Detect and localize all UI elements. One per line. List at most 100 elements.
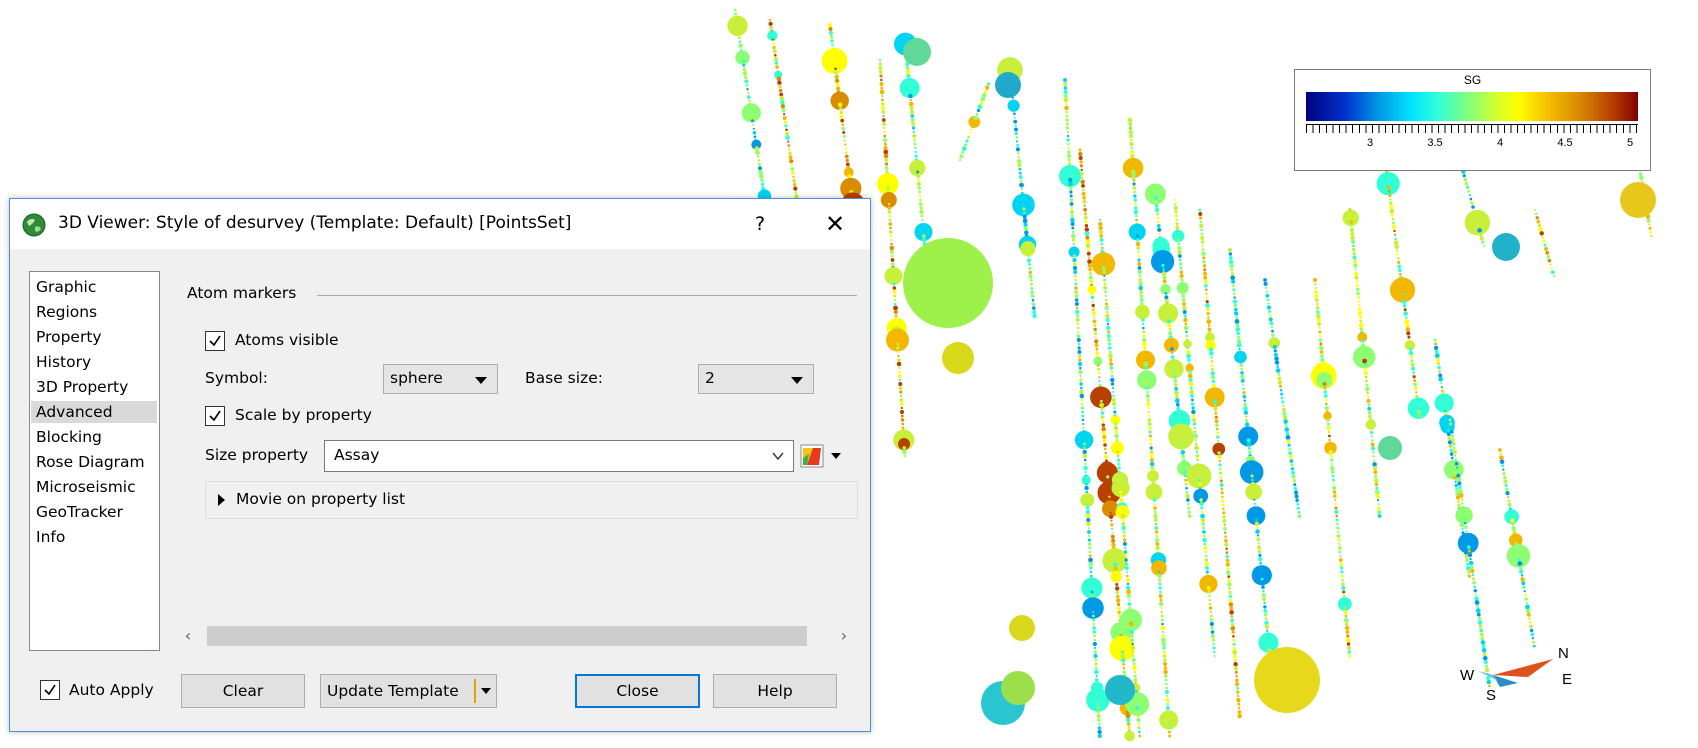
drillhole-sample bbox=[1402, 304, 1407, 308]
drillhole-sample bbox=[1227, 578, 1231, 583]
drillhole-sample bbox=[768, 18, 772, 22]
drillhole-sample bbox=[1399, 272, 1402, 276]
drillhole-sample bbox=[1156, 212, 1159, 216]
drillhole-sample bbox=[1545, 251, 1549, 255]
drillhole-sample bbox=[1188, 381, 1194, 387]
nav-item-rose-diagram[interactable]: Rose Diagram bbox=[36, 451, 145, 473]
base-size-select[interactable]: 2 bbox=[698, 364, 814, 394]
drillhole-sample bbox=[782, 116, 787, 120]
category-list[interactable]: Graphic Regions Property History 3D Prop… bbox=[29, 271, 160, 651]
scroll-left-icon[interactable]: ‹ bbox=[179, 627, 197, 645]
drillhole-sample bbox=[899, 390, 903, 394]
nav-item-info[interactable]: Info bbox=[36, 526, 65, 548]
drillhole-sample bbox=[793, 183, 797, 187]
drillhole-sample bbox=[878, 66, 883, 70]
scrollbar-thumb[interactable] bbox=[207, 626, 807, 646]
drillhole-sample bbox=[1149, 454, 1154, 458]
drillhole-sample bbox=[1160, 625, 1166, 631]
drillhole-sample bbox=[1222, 511, 1226, 515]
drillhole-sample bbox=[1152, 498, 1157, 502]
help-title-button[interactable]: ? bbox=[740, 207, 780, 241]
drillhole-sample bbox=[1463, 518, 1466, 521]
nav-item-regions[interactable]: Regions bbox=[36, 301, 97, 323]
atoms-visible-label[interactable]: Atoms visible bbox=[235, 331, 339, 349]
drillhole-sample bbox=[1232, 284, 1235, 288]
scale-by-property-checkbox[interactable] bbox=[205, 406, 225, 426]
drillhole-sample bbox=[1122, 534, 1126, 538]
drillhole-sample bbox=[1164, 295, 1169, 300]
drillhole-sample bbox=[1498, 448, 1502, 452]
drillhole-sample bbox=[1189, 386, 1193, 390]
drillhole-sample bbox=[1261, 593, 1266, 597]
nav-item-geotracker[interactable]: GeoTracker bbox=[36, 501, 123, 523]
nav-item-property[interactable]: Property bbox=[36, 326, 102, 348]
drillhole-sample bbox=[1100, 407, 1104, 411]
drillhole-sample bbox=[1206, 316, 1210, 320]
drillhole-sample bbox=[1164, 678, 1168, 682]
drillhole-sample bbox=[1117, 466, 1121, 470]
drillhole-sample bbox=[742, 63, 746, 67]
drillhole-sample bbox=[1081, 402, 1084, 406]
drillhole-sample bbox=[1174, 214, 1179, 218]
drillhole-sample bbox=[1389, 201, 1393, 206]
drillhole-sample bbox=[1315, 306, 1320, 310]
dropdown-arrow-icon bbox=[475, 377, 487, 384]
clear-button[interactable]: Clear bbox=[181, 674, 305, 708]
drillhole-sample bbox=[1201, 248, 1205, 252]
drillhole-sample bbox=[1467, 549, 1471, 553]
size-property-combobox[interactable]: Assay bbox=[324, 440, 794, 472]
drillhole-sample bbox=[1535, 216, 1539, 220]
update-template-button[interactable]: Update Template bbox=[320, 674, 497, 708]
nav-item-graphic[interactable]: Graphic bbox=[36, 276, 96, 298]
drillhole-sample bbox=[894, 314, 898, 318]
drillhole-sample bbox=[1348, 654, 1352, 658]
drillhole-sample bbox=[1144, 183, 1166, 205]
color-legend: SG 3 3.5 4 4.5 5 bbox=[1294, 69, 1651, 171]
drillhole-sample bbox=[1157, 220, 1160, 224]
nav-item-microseismic[interactable]: Microseismic bbox=[36, 476, 136, 498]
nav-item-history[interactable]: History bbox=[36, 351, 91, 373]
drillhole-sample bbox=[1550, 270, 1555, 275]
nav-item-advanced[interactable]: Advanced bbox=[31, 401, 157, 423]
drillhole-sample bbox=[1394, 244, 1400, 250]
drillhole-sample bbox=[791, 171, 795, 175]
close-button[interactable]: Close bbox=[575, 674, 700, 708]
drillhole-sample bbox=[1115, 598, 1121, 603]
help-button[interactable]: Help bbox=[713, 674, 837, 708]
horizontal-scrollbar[interactable]: ‹ › bbox=[177, 624, 857, 648]
drillhole-sample bbox=[768, 21, 773, 26]
drillhole-sample bbox=[1130, 153, 1135, 159]
drillhole-sample bbox=[1449, 422, 1453, 426]
movie-on-property-list-expander[interactable]: Movie on property list bbox=[205, 481, 858, 519]
drillhole-sample bbox=[1128, 223, 1146, 241]
atoms-visible-checkbox[interactable] bbox=[205, 331, 225, 351]
drillhole-sample bbox=[1192, 422, 1197, 426]
drillhole-sample bbox=[1297, 511, 1300, 514]
drillhole-sample bbox=[1405, 327, 1411, 332]
scroll-right-icon[interactable]: › bbox=[835, 627, 853, 645]
auto-apply-checkbox[interactable] bbox=[40, 680, 60, 700]
nav-item-3d-property[interactable]: 3D Property bbox=[36, 376, 128, 398]
scale-by-property-label[interactable]: Scale by property bbox=[235, 406, 372, 424]
close-title-button[interactable]: ✕ bbox=[810, 207, 860, 241]
drillhole-sample bbox=[1354, 268, 1357, 271]
size-property-value: Assay bbox=[334, 446, 380, 464]
drillhole-sample bbox=[1411, 366, 1416, 371]
chevron-down-icon[interactable] bbox=[771, 449, 785, 463]
drillhole-sample bbox=[1328, 434, 1331, 438]
auto-apply-label[interactable]: Auto Apply bbox=[69, 681, 154, 699]
dialog-titlebar[interactable]: 3D Viewer: Style of desurvey (Template: … bbox=[10, 199, 870, 249]
symbol-select[interactable]: sphere bbox=[383, 364, 498, 394]
dropdown-arrow-icon[interactable] bbox=[481, 688, 491, 694]
nav-item-blocking[interactable]: Blocking bbox=[36, 426, 102, 448]
drillhole-sample bbox=[1233, 303, 1238, 308]
drillhole-sample bbox=[1147, 410, 1150, 414]
drillhole-sample bbox=[1063, 81, 1068, 87]
color-palette-button[interactable] bbox=[799, 440, 851, 472]
drillhole-sample bbox=[1350, 239, 1356, 244]
drillhole-sample bbox=[1092, 319, 1097, 324]
drillhole-sample bbox=[917, 178, 920, 182]
drillhole-sample bbox=[1099, 238, 1104, 242]
drillhole-sample bbox=[1246, 438, 1251, 443]
drillhole-sample bbox=[1210, 371, 1216, 376]
